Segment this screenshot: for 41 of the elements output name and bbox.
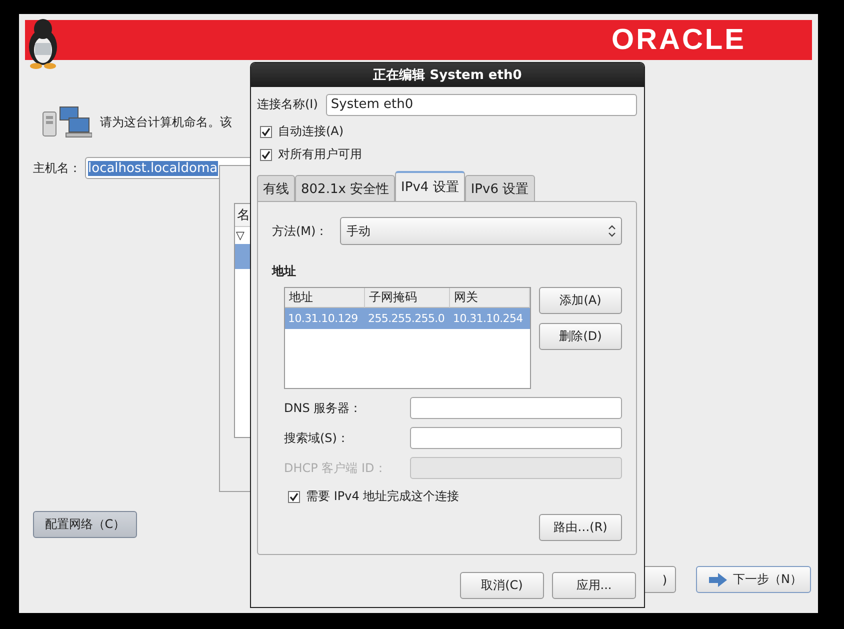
logo: ORACLE — [612, 24, 746, 56]
field-label: DNS 服务器： — [284, 400, 363, 416]
field-label: 连接名称(I) — [257, 96, 318, 113]
field-label: DHCP 客户端 ID： — [284, 460, 388, 476]
connection-name-field[interactable]: System eth0 — [326, 94, 637, 116]
column-header[interactable]: 地址 — [285, 288, 365, 308]
input-field[interactable] — [410, 457, 622, 479]
configure-network-button[interactable]: 配置网络（C） — [33, 511, 137, 538]
address-button[interactable]: 添加(A) — [539, 287, 622, 314]
arrow-right-icon — [709, 572, 727, 586]
up-down-arrows-icon — [607, 224, 617, 238]
input-field[interactable] — [410, 427, 622, 449]
checkbox-label: 需要 IPv4 地址完成这个连接 — [306, 488, 460, 505]
checkbox[interactable] — [260, 148, 272, 160]
field-label: 搜索域(S)： — [284, 430, 350, 446]
checkbox[interactable] — [260, 126, 272, 138]
checkbox[interactable] — [288, 490, 300, 502]
checkbox-label: 对所有用户可用 — [278, 146, 362, 163]
input-field[interactable] — [410, 397, 622, 419]
routes-button[interactable]: 路由…(R) — [539, 514, 622, 541]
method-dropdown[interactable]: 手动 — [340, 217, 622, 245]
field-label: 方法(M)： — [272, 222, 328, 240]
tab[interactable]: 有线 — [257, 175, 295, 201]
column-header[interactable]: 网关 — [450, 288, 530, 308]
checkbox-label: 自动连接(A) — [278, 123, 344, 140]
dialog-button[interactable]: 应用... — [552, 572, 636, 599]
computers-icon — [42, 106, 92, 138]
next-button[interactable]: 下一步（N） — [696, 566, 811, 593]
table-cell-text: 10.31.10.129 — [287, 311, 359, 327]
dialog-button[interactable]: 取消(C) — [460, 572, 544, 599]
tab[interactable]: IPv6 设置 — [464, 175, 535, 201]
section-heading: 地址 — [272, 263, 297, 280]
address-button[interactable]: 删除(D) — [539, 323, 622, 350]
table-cell-text: 10.31.10.254 — [452, 311, 524, 327]
prompt-text: 请为这台计算机命名。该 — [100, 114, 232, 130]
table-cell-text: 255.255.255.0 — [367, 311, 446, 327]
tab[interactable]: IPv4 设置 — [395, 171, 465, 201]
column-header[interactable]: 子网掩码 — [365, 288, 450, 308]
dialog-title: 正在编辑 System eth0 — [251, 63, 644, 87]
hostname-label: 主机名： — [33, 160, 81, 176]
tab[interactable]: 802.1x 安全性 — [295, 175, 396, 201]
